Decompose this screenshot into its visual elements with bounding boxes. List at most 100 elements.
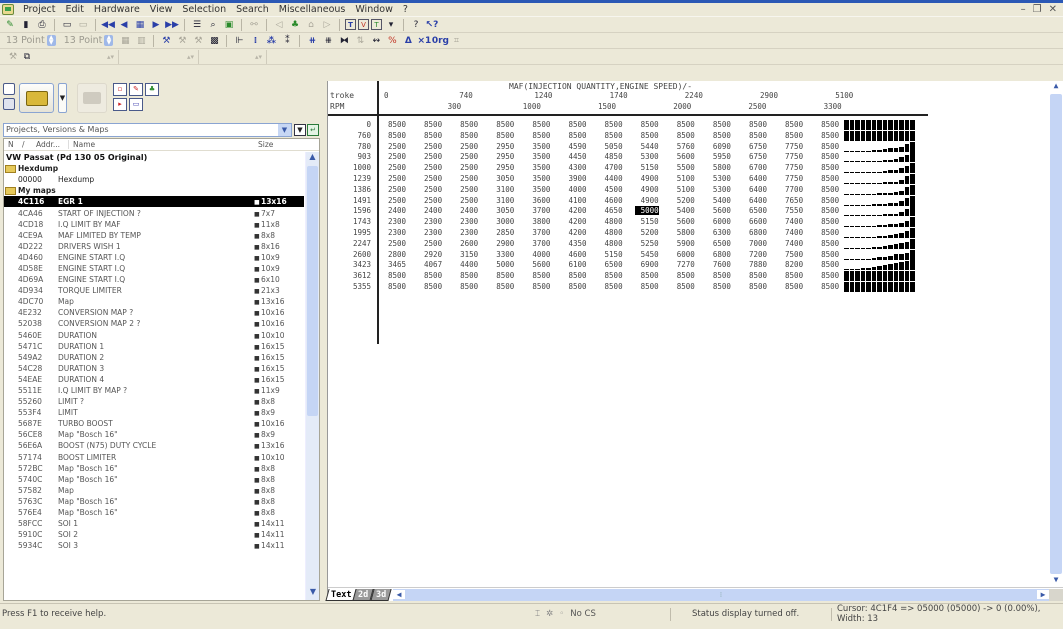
map-cell[interactable]: 5250 xyxy=(635,239,659,248)
map-cell[interactable]: 8500 xyxy=(815,120,839,129)
minimize-icon[interactable]: – xyxy=(1021,4,1026,15)
map-cell[interactable]: 8500 xyxy=(671,131,695,140)
map-cell[interactable]: 2300 xyxy=(382,228,406,237)
map-cell[interactable]: 5800 xyxy=(671,228,695,237)
map-cell[interactable]: 6800 xyxy=(743,228,767,237)
window-icon[interactable]: ▭ xyxy=(60,18,74,31)
help-icon[interactable]: ? xyxy=(409,18,423,31)
col-name[interactable]: Name xyxy=(68,140,254,149)
chevron-down-icon[interactable]: ▼ xyxy=(278,124,291,136)
map-cell[interactable]: 8500 xyxy=(418,282,442,291)
col-address[interactable]: Addr... xyxy=(32,140,68,149)
map-cell[interactable]: 6500 xyxy=(599,260,623,269)
map-cell[interactable]: 3100 xyxy=(490,196,514,205)
map-cell[interactable]: 8500 xyxy=(382,120,406,129)
spin-field-1[interactable]: ▴▾ xyxy=(34,49,119,64)
map-cell[interactable]: 2500 xyxy=(418,142,442,151)
horizontal-scrollbar[interactable]: ◀ ⁞ ▶ xyxy=(392,588,1049,601)
percent-icon[interactable]: % xyxy=(385,34,399,47)
forward-icon[interactable]: ▷ xyxy=(320,18,334,31)
new-project-button[interactable] xyxy=(3,83,15,95)
map-cell[interactable]: 3500 xyxy=(526,163,550,172)
list-root[interactable]: VW Passat (Pd 130 05 Original) xyxy=(4,152,304,163)
tools-button[interactable]: ✎ xyxy=(129,83,143,96)
scroll-thumb[interactable] xyxy=(1050,94,1062,574)
map-cell[interactable]: 2850 xyxy=(490,228,514,237)
map-cell[interactable]: 2500 xyxy=(418,163,442,172)
map-cell[interactable]: 4590 xyxy=(563,142,586,151)
map-cell[interactable]: 5150 xyxy=(599,250,623,259)
map-cell[interactable]: 5600 xyxy=(526,260,550,269)
map-cell[interactable]: 8500 xyxy=(635,271,659,280)
scroll-up-icon[interactable]: ▲ xyxy=(306,152,319,165)
map-cell[interactable]: 5900 xyxy=(671,239,695,248)
map-cell[interactable]: 8500 xyxy=(743,131,767,140)
map-cell[interactable]: 4900 xyxy=(635,185,659,194)
map-cell[interactable]: 2800 xyxy=(382,250,406,259)
map-cell[interactable]: 6400 xyxy=(743,174,767,183)
map-cell[interactable]: 4067 xyxy=(418,260,442,269)
factor-icon[interactable]: ×1 xyxy=(417,34,432,47)
map-cell[interactable]: 8500 xyxy=(671,282,695,291)
list-item[interactable]: 55260 LIMIT ? ■8x8 xyxy=(4,396,304,407)
map-cell[interactable]: 8500 xyxy=(599,271,623,280)
map-cell[interactable]: 4350 xyxy=(563,239,586,248)
columns-icon[interactable]: ▥ xyxy=(134,34,148,47)
map-cell[interactable]: 4800 xyxy=(599,239,623,248)
chart-wand-icon[interactable]: ⚒ xyxy=(159,34,173,47)
map-cell[interactable]: 8500 xyxy=(490,131,514,140)
map-cell[interactable]: 2400 xyxy=(418,206,442,215)
open-dropdown-button[interactable]: ▼ xyxy=(58,83,67,113)
map-cell[interactable]: 2500 xyxy=(418,239,442,248)
list-item[interactable]: 5511E I.Q LIMIT BY MAP ? ■11x9 xyxy=(4,385,304,396)
map-cell[interactable]: 2500 xyxy=(382,185,406,194)
list-item[interactable]: 58FCC SOI 1 ■14x11 xyxy=(4,518,304,529)
map-cell[interactable]: 8500 xyxy=(743,282,767,291)
map-icon[interactable]: ▣ xyxy=(222,18,236,31)
map-cell[interactable]: 8500 xyxy=(563,282,586,291)
col-size[interactable]: Size xyxy=(254,140,319,149)
folder-hexdump[interactable]: Hexdump xyxy=(4,163,304,174)
map-cell[interactable]: 8500 xyxy=(454,282,478,291)
project-selector[interactable]: Projects, Versions & Maps ▼ ▼ ↵ xyxy=(3,123,319,137)
map-cell[interactable]: 3500 xyxy=(526,152,550,161)
map-cell[interactable]: 7750 xyxy=(779,142,803,151)
map-cell[interactable]: 7700 xyxy=(779,185,803,194)
map-cell[interactable]: 5050 xyxy=(599,142,623,151)
list-item[interactable]: 56CE8 Map "Bosch 16" ■8x9 xyxy=(4,429,304,440)
list-item[interactable]: 4D58E ENGINE START I.Q ■10x9 xyxy=(4,263,304,274)
previous-icon[interactable]: ◀ xyxy=(117,18,131,31)
map-cell[interactable]: 5450 xyxy=(635,250,659,259)
map-cell[interactable]: 2300 xyxy=(454,217,478,226)
map-cell[interactable]: 5200 xyxy=(635,228,659,237)
map-cell[interactable]: 8500 xyxy=(815,260,839,269)
map-cell[interactable]: 2500 xyxy=(454,196,478,205)
map-cell[interactable]: 3700 xyxy=(526,206,550,215)
font-size-spinner-1[interactable]: 13 Point ▲ ▼ xyxy=(3,35,59,46)
map-cell[interactable]: 4650 xyxy=(599,206,623,215)
open-project-button[interactable] xyxy=(19,83,54,113)
project-selector-field[interactable]: Projects, Versions & Maps ▼ xyxy=(3,123,292,137)
list-item[interactable]: 549A2 DURATION 2 ■16x15 xyxy=(4,352,304,363)
map-cell[interactable]: 6000 xyxy=(671,250,695,259)
list-item[interactable]: 54EAE DURATION 4 ■16x15 xyxy=(4,374,304,385)
menu-hardware[interactable]: Hardware xyxy=(89,4,145,15)
map-cell[interactable]: 4000 xyxy=(526,250,550,259)
map-cell[interactable]: 8500 xyxy=(707,120,731,129)
map-cell[interactable]: 7400 xyxy=(779,217,803,226)
menu-search[interactable]: Search xyxy=(231,4,274,15)
map-cell[interactable]: 3800 xyxy=(526,217,550,226)
list-item[interactable]: 576E4 Map "Bosch 16" ■8x8 xyxy=(4,507,304,518)
map-cell[interactable]: 8500 xyxy=(418,271,442,280)
map-cell[interactable]: 8500 xyxy=(526,131,550,140)
list-item[interactable]: 4D69A ENGINE START I.Q ■6x10 xyxy=(4,274,304,285)
map-cell[interactable]: 7650 xyxy=(779,196,803,205)
map-cell[interactable]: 5500 xyxy=(671,163,695,172)
map-cell[interactable]: 8500 xyxy=(779,271,803,280)
map-cell[interactable]: 8500 xyxy=(599,120,623,129)
map-cell[interactable]: 3465 xyxy=(382,260,406,269)
map-cell[interactable]: 5100 xyxy=(671,185,695,194)
map-cell[interactable]: 5400 xyxy=(671,206,695,215)
sign-alt-icon[interactable]: ⧻ xyxy=(321,34,335,47)
map-cell[interactable]: 8500 xyxy=(563,131,586,140)
